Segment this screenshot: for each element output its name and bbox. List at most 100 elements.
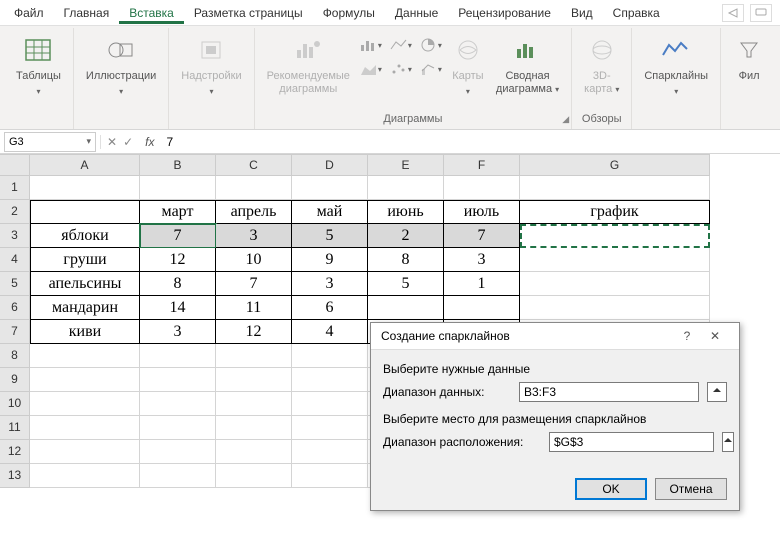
sparklines-button[interactable]: Спарклайны ▾ bbox=[640, 32, 712, 98]
dialog-launcher-icon[interactable]: ◢ bbox=[562, 114, 569, 125]
row-header[interactable]: 9 bbox=[0, 368, 30, 392]
cell[interactable]: май bbox=[292, 200, 368, 224]
menu-view[interactable]: Вид bbox=[561, 2, 603, 24]
formula-input[interactable] bbox=[160, 135, 780, 149]
row-header[interactable]: 7 bbox=[0, 320, 30, 344]
cell[interactable]: 11 bbox=[216, 296, 292, 320]
cell[interactable]: киви bbox=[30, 320, 140, 344]
maps-button[interactable]: Карты ▾ bbox=[448, 32, 488, 98]
recommended-charts-button[interactable]: Рекомендуемыедиаграммы bbox=[263, 32, 354, 98]
row-header[interactable]: 5 bbox=[0, 272, 30, 296]
menu-review[interactable]: Рецензирование bbox=[448, 2, 561, 24]
cell[interactable] bbox=[140, 368, 216, 392]
cell[interactable] bbox=[30, 368, 140, 392]
help-button[interactable]: ? bbox=[673, 329, 701, 343]
line-chart-icon[interactable]: ▾ bbox=[388, 34, 414, 56]
name-box[interactable]: G3 ▾ bbox=[4, 132, 96, 152]
cell[interactable] bbox=[292, 464, 368, 488]
menu-data[interactable]: Данные bbox=[385, 2, 448, 24]
cell[interactable]: июнь bbox=[368, 200, 444, 224]
col-header-B[interactable]: B bbox=[140, 154, 216, 176]
cell[interactable]: 2 bbox=[368, 224, 444, 248]
cell[interactable]: апрель bbox=[216, 200, 292, 224]
addins-button[interactable]: Надстройки ▾ bbox=[177, 32, 245, 98]
cell[interactable]: 3 bbox=[140, 320, 216, 344]
cell[interactable]: 3 bbox=[216, 224, 292, 248]
share-icon[interactable] bbox=[722, 4, 744, 22]
cell[interactable] bbox=[520, 248, 710, 272]
col-header-E[interactable]: E bbox=[368, 154, 444, 176]
cell[interactable] bbox=[292, 344, 368, 368]
cell[interactable] bbox=[216, 344, 292, 368]
cancel-formula-icon[interactable]: ✕ bbox=[107, 135, 117, 149]
illustrations-button[interactable]: Иллюстрации ▾ bbox=[82, 32, 160, 98]
cell[interactable] bbox=[216, 368, 292, 392]
close-button[interactable]: ✕ bbox=[701, 329, 729, 343]
cell[interactable] bbox=[216, 464, 292, 488]
tables-button[interactable]: Таблицы ▾ bbox=[12, 32, 65, 98]
select-all-corner[interactable] bbox=[0, 154, 30, 176]
collapse-dialog-icon[interactable] bbox=[707, 382, 727, 402]
menu-file[interactable]: Файл bbox=[4, 2, 54, 24]
area-chart-icon[interactable]: ▾ bbox=[358, 58, 384, 80]
cell[interactable] bbox=[30, 416, 140, 440]
scatter-chart-icon[interactable]: ▾ bbox=[388, 58, 414, 80]
3d-map-button[interactable]: 3D-карта ▾ bbox=[580, 32, 623, 98]
cell[interactable]: 7 bbox=[140, 224, 216, 248]
cell[interactable] bbox=[216, 176, 292, 200]
cell[interactable]: 7 bbox=[444, 224, 520, 248]
chevron-down-icon[interactable]: ▾ bbox=[86, 136, 91, 147]
cell[interactable]: груши bbox=[30, 248, 140, 272]
cell[interactable] bbox=[140, 176, 216, 200]
cell[interactable]: 14 bbox=[140, 296, 216, 320]
cell[interactable] bbox=[520, 272, 710, 296]
cell[interactable] bbox=[368, 176, 444, 200]
col-header-F[interactable]: F bbox=[444, 154, 520, 176]
bar-chart-icon[interactable]: ▾ bbox=[358, 34, 384, 56]
combo-chart-icon[interactable]: ▾ bbox=[418, 58, 444, 80]
cell[interactable]: 5 bbox=[368, 272, 444, 296]
row-header[interactable]: 1 bbox=[0, 176, 30, 200]
cell[interactable] bbox=[292, 176, 368, 200]
cell[interactable] bbox=[368, 296, 444, 320]
row-header[interactable]: 13 bbox=[0, 464, 30, 488]
menu-insert[interactable]: Вставка bbox=[119, 2, 184, 24]
cell[interactable] bbox=[444, 176, 520, 200]
data-range-input[interactable] bbox=[519, 382, 699, 402]
cell[interactable]: 10 bbox=[216, 248, 292, 272]
col-header-A[interactable]: A bbox=[30, 154, 140, 176]
cell[interactable]: март bbox=[140, 200, 216, 224]
row-header[interactable]: 3 bbox=[0, 224, 30, 248]
location-range-input[interactable] bbox=[549, 432, 714, 452]
cell[interactable] bbox=[140, 440, 216, 464]
cell[interactable]: мандарин bbox=[30, 296, 140, 320]
cell[interactable] bbox=[30, 464, 140, 488]
cell[interactable]: июль bbox=[444, 200, 520, 224]
cell[interactable]: 1 bbox=[444, 272, 520, 296]
menu-home[interactable]: Главная bbox=[54, 2, 120, 24]
cell[interactable]: 4 bbox=[292, 320, 368, 344]
menu-help[interactable]: Справка bbox=[603, 2, 670, 24]
cell[interactable] bbox=[30, 176, 140, 200]
cell[interactable] bbox=[140, 464, 216, 488]
cell[interactable]: 3 bbox=[444, 248, 520, 272]
cell[interactable]: апельсины bbox=[30, 272, 140, 296]
cell[interactable]: 7 bbox=[216, 272, 292, 296]
row-header[interactable]: 11 bbox=[0, 416, 30, 440]
cell[interactable] bbox=[292, 392, 368, 416]
comments-icon[interactable] bbox=[750, 4, 772, 22]
enter-formula-icon[interactable]: ✓ bbox=[123, 135, 133, 149]
menu-formulas[interactable]: Формулы bbox=[313, 2, 385, 24]
cell[interactable]: 5 bbox=[292, 224, 368, 248]
col-header-G[interactable]: G bbox=[520, 154, 710, 176]
cell[interactable] bbox=[292, 440, 368, 464]
collapse-dialog-icon[interactable] bbox=[722, 432, 734, 452]
fx-icon[interactable]: fx bbox=[139, 135, 160, 149]
cell[interactable] bbox=[292, 368, 368, 392]
filters-button[interactable]: Фил bbox=[729, 32, 769, 85]
cell-sparkline-target[interactable] bbox=[520, 224, 710, 248]
cell[interactable] bbox=[30, 344, 140, 368]
cell[interactable] bbox=[216, 416, 292, 440]
cell[interactable]: яблоки bbox=[30, 224, 140, 248]
cell[interactable]: 3 bbox=[292, 272, 368, 296]
